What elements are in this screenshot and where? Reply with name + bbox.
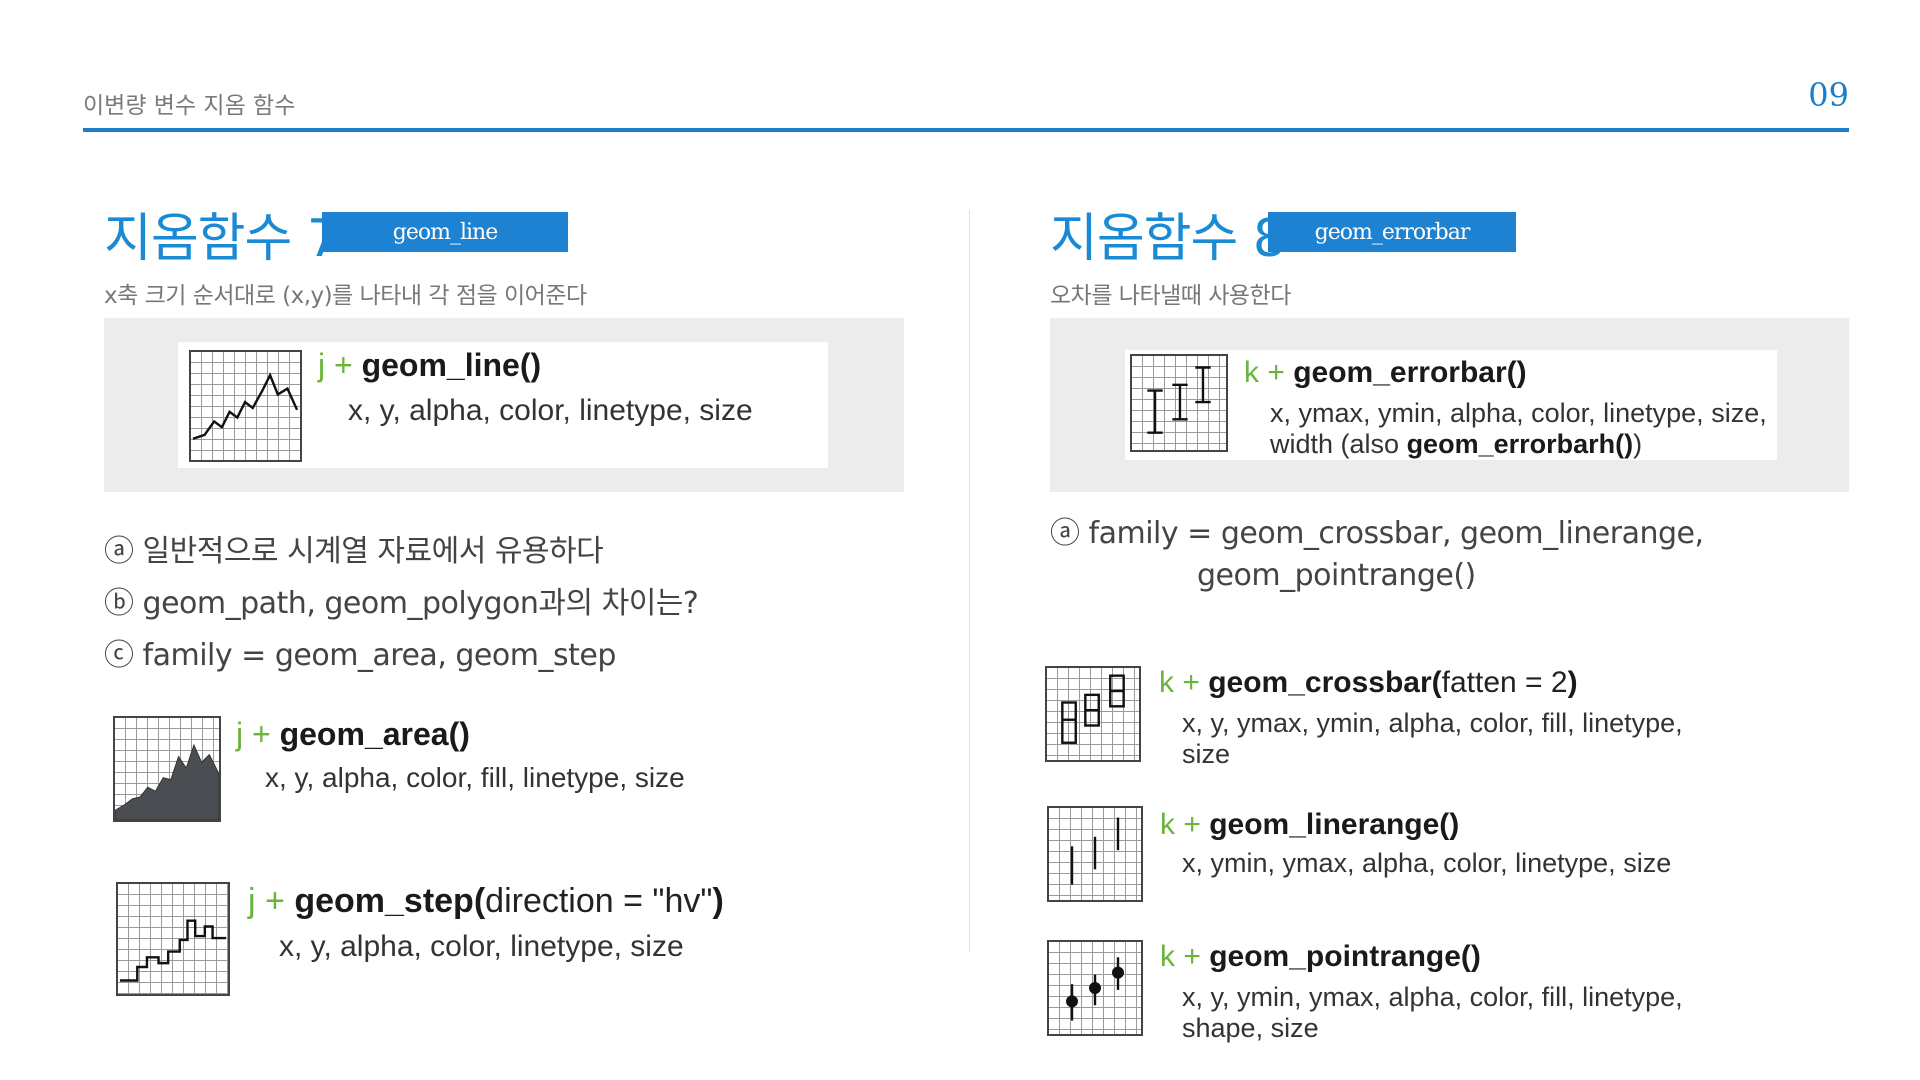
right-main-func-name: k + geom_errorbar(): [1244, 356, 1527, 390]
area-func-name: j + geom_area(): [236, 716, 470, 753]
left-note-b: ⓑ geom_path, geom_polygon과의 차이는?: [104, 586, 699, 621]
func-arg: direction = "hv": [485, 882, 713, 920]
left-section-description: x축 크기 순서대로 (x,y)를 나타내 각 점을 이어준다: [104, 283, 587, 309]
func-args-prefix: width (also: [1270, 429, 1407, 460]
func-plus: +: [1183, 940, 1201, 973]
func-name: geom_errorbar(): [1293, 356, 1527, 389]
func-var: k: [1244, 356, 1259, 389]
func-plus: +: [1183, 808, 1201, 841]
func-args-bold: geom_errorbarh(): [1406, 429, 1634, 460]
func-close-paren: ): [1567, 666, 1578, 699]
right-note-a: ⓐ family = geom_crossbar, geom_linerange…: [1050, 516, 1704, 551]
func-plus: +: [1182, 666, 1200, 699]
errorbar-icon: [1130, 354, 1228, 452]
func-plus: +: [1267, 356, 1285, 389]
page-number: 09: [1808, 76, 1849, 114]
right-main-func-args: x, ymax, ymin, alpha, color, linetype, s…: [1270, 398, 1767, 460]
func-var: j: [236, 716, 244, 752]
linerange-icon: [1047, 806, 1143, 902]
pointrange-func-args: x, y, ymin, ymax, alpha, color, fill, li…: [1182, 982, 1683, 1044]
func-name: geom_crossbar(: [1208, 666, 1442, 699]
func-args-line1: x, ymin, ymax, alpha, color, linetype, s…: [1182, 848, 1672, 878]
step-func-name: j + geom_step(direction = "hv"): [248, 882, 724, 921]
left-main-func-name: j + geom_line(): [318, 347, 541, 384]
func-args-line1: x, y, ymin, ymax, alpha, color, fill, li…: [1182, 982, 1683, 1012]
right-section-description: 오차를 나타낼때 사용한다: [1050, 283, 1291, 309]
right-note-a-continued: geom_pointrange(): [1197, 558, 1476, 593]
func-plus: +: [252, 716, 271, 752]
func-name: geom_pointrange(): [1209, 940, 1481, 973]
func-args-line2: size: [1182, 739, 1231, 770]
header-divider: [83, 128, 1849, 132]
line-chart-icon: [189, 350, 302, 462]
pointrange-icon: [1047, 940, 1143, 1036]
func-var: k: [1160, 808, 1175, 841]
func-name: geom_linerange(): [1209, 808, 1460, 841]
linerange-func-args: x, ymin, ymax, alpha, color, linetype, s…: [1182, 848, 1671, 879]
func-name: geom_area(): [279, 716, 470, 752]
func-args-suffix: ): [1633, 429, 1643, 460]
func-plus: +: [265, 882, 285, 920]
left-main-func-args: x, y, alpha, color, linetype, size: [348, 394, 753, 427]
step-chart-icon: [116, 882, 230, 996]
header-title: 이변량 변수 지옴 함수: [83, 93, 296, 119]
pointrange-func-name: k + geom_pointrange(): [1160, 940, 1481, 974]
right-section-title: 지옴함수 8: [1050, 209, 1286, 269]
area-func-args: x, y, alpha, color, fill, linetype, size: [265, 762, 685, 793]
crossbar-icon: [1045, 666, 1141, 762]
linerange-func-name: k + geom_linerange(): [1160, 808, 1459, 842]
area-chart-icon: [113, 716, 221, 822]
crossbar-func-args: x, y, ymax, ymin, alpha, color, fill, li…: [1182, 708, 1683, 770]
func-name: geom_line(): [361, 347, 542, 383]
func-close-paren: ): [712, 882, 724, 920]
func-var: j: [248, 882, 256, 920]
left-section-badge: geom_line: [322, 212, 568, 252]
crossbar-func-name: k + geom_crossbar(fatten = 2): [1159, 666, 1578, 700]
func-args-line1: x, y, ymax, ymin, alpha, color, fill, li…: [1182, 708, 1683, 738]
func-var: k: [1159, 666, 1174, 699]
func-name: geom_step(: [294, 882, 486, 920]
right-section-badge: geom_errorbar: [1268, 212, 1516, 252]
func-args-line2: shape, size: [1182, 1013, 1319, 1044]
func-args-line2: width (also geom_errorbarh()): [1270, 429, 1767, 460]
func-args-line1: x, ymax, ymin, alpha, color, linetype, s…: [1270, 398, 1767, 428]
left-note-c: ⓒ family = geom_area, geom_step: [104, 638, 616, 673]
step-func-args: x, y, alpha, color, linetype, size: [279, 930, 684, 963]
func-var: k: [1160, 940, 1175, 973]
left-note-a: ⓐ 일반적으로 시계열 자료에서 유용하다: [104, 534, 604, 569]
column-divider: [969, 210, 970, 952]
func-var: j: [318, 347, 326, 383]
left-section-title: 지옴함수 7: [104, 209, 340, 269]
func-arg: fatten = 2: [1441, 666, 1568, 699]
func-plus: +: [334, 347, 353, 383]
